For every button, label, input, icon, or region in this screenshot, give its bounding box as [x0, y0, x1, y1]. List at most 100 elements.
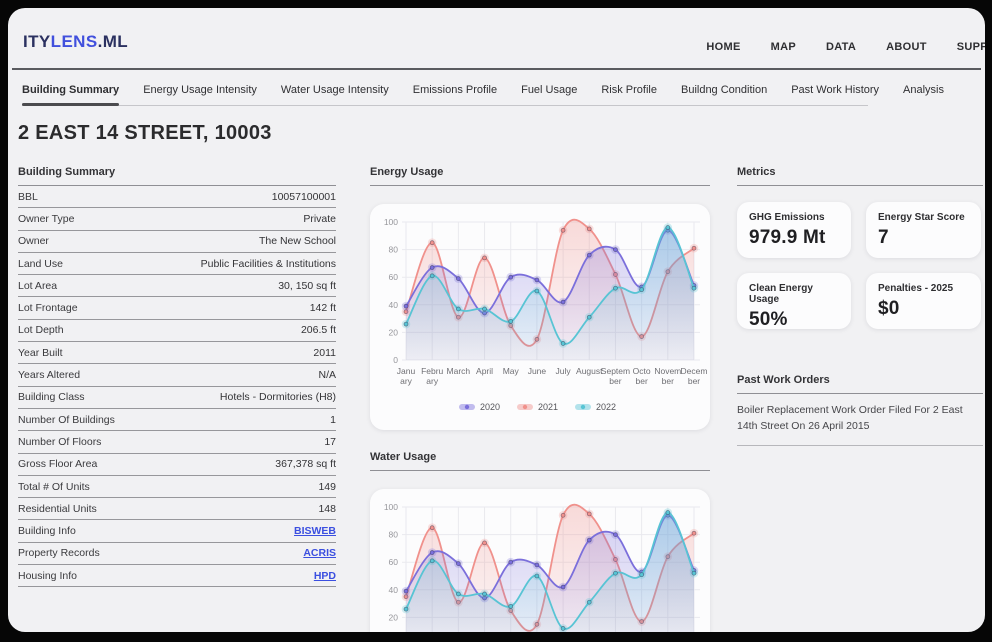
svg-text:March: March: [447, 366, 471, 376]
metric-value: $0: [878, 298, 900, 319]
svg-text:July: July: [556, 366, 572, 376]
row-label: Number Of Buildings: [18, 413, 115, 426]
metric-cards: GHG Emissions 979.9 Mt Energy Star Score 7 C…: [737, 202, 983, 330]
energy-usage-chart: 0 20 40 60 80 100 Janu ary Febru ary March April May…: [370, 204, 710, 430]
chart-svg: 020406080100JanuaryFebruaryMarchAprilMay…: [384, 502, 700, 632]
table-row: Year Built 2011: [18, 342, 336, 365]
row-value: 148: [318, 502, 336, 515]
water-usage-chart: 020406080100JanuaryFebruaryMarchAprilMay…: [370, 489, 710, 632]
table-row: Total # Of Units 149: [18, 476, 336, 499]
tab-risk-profile[interactable]: Risk Profile: [601, 84, 657, 96]
tab-analysis[interactable]: Analysis: [903, 84, 944, 96]
work-order-entry: Boiler Replacement Work Order Filed For …: [737, 394, 983, 446]
energy-usage-title: Energy Usage: [370, 166, 710, 186]
logo-text-suffix: .ML: [97, 32, 129, 51]
tab-water-usage-intensity[interactable]: Water Usage Intensity: [281, 84, 389, 96]
row-label: Lot Frontage: [18, 302, 78, 315]
table-row: Gross Floor Area 367,378 sq ft: [18, 454, 336, 476]
page-title: 2 EAST 14 STREET, 10003: [18, 122, 272, 144]
row-label: Housing Info: [18, 569, 77, 582]
row-value: 2011: [313, 346, 336, 359]
app-logo[interactable]: ITYLENS.ML: [23, 32, 128, 52]
metric-value: 7: [878, 227, 889, 248]
svg-text:October: Octo ber: [633, 366, 651, 386]
row-label: Lot Area: [18, 279, 58, 292]
tab-past-work-history[interactable]: Past Work History: [791, 84, 879, 96]
svg-text:100: 100: [384, 217, 398, 227]
tab-building-summary[interactable]: Building Summary: [22, 84, 120, 106]
svg-text:80: 80: [389, 245, 399, 255]
nav-item-about[interactable]: ABOUT: [886, 41, 927, 53]
row-value: 17: [324, 435, 336, 448]
svg-text:September: Septem ber: [601, 366, 630, 386]
row-value-link[interactable]: HPD: [314, 570, 336, 582]
row-value: Private: [303, 212, 336, 225]
svg-text:100: 100: [384, 502, 398, 512]
row-value: 10057100001: [271, 190, 336, 203]
tab-fuel-usage[interactable]: Fuel Usage: [521, 84, 577, 96]
svg-text:0: 0: [393, 355, 398, 365]
table-row: Lot Depth 206.5 ft: [18, 320, 336, 343]
metric-card-penalties-2025: Penalties - 2025 $0: [866, 273, 981, 329]
metric-value: 50%: [749, 309, 788, 330]
svg-text:2021: 2021: [538, 402, 558, 412]
svg-text:February: Febru ary: [421, 366, 443, 386]
svg-text:August: August: [576, 366, 603, 376]
legend-item-2021[interactable]: 2021: [517, 402, 558, 412]
row-value: N/A: [318, 369, 336, 382]
water-usage-title: Water Usage: [370, 451, 710, 471]
metrics-column: Metrics GHG Emissions 979.9 Mt Energy Star…: [737, 166, 983, 446]
row-value-link[interactable]: BISWEB: [294, 525, 336, 537]
table-row: Property Records ACRIS: [18, 543, 336, 566]
metric-card-clean-energy-usage: Clean Energy Usage 50%: [737, 273, 851, 330]
table-row: Lot Area 30, 150 sq ft: [18, 275, 336, 298]
tab-energy-usage-intensity[interactable]: Energy Usage Intensity: [143, 84, 257, 96]
legend-item-2022[interactable]: 2022: [575, 402, 616, 412]
row-label: Owner: [18, 235, 49, 248]
table-row: Number Of Buildings 1: [18, 409, 336, 432]
row-label: Years Altered: [18, 369, 81, 382]
charts-column: Energy Usage 0 20 40 60 80 100 Janu ary Febru ary…: [370, 166, 710, 632]
svg-text:60: 60: [389, 272, 399, 282]
table-row: BBL 10057100001: [18, 186, 336, 209]
table-row: Housing Info HPD: [18, 565, 336, 588]
past-work-orders-title: Past Work Orders: [737, 374, 983, 394]
table-row: Years Altered N/A: [18, 364, 336, 387]
svg-text:2020: 2020: [480, 402, 500, 412]
table-row: Owner Type Private: [18, 208, 336, 231]
tab-emissions-profile[interactable]: Emissions Profile: [413, 84, 497, 96]
metric-label: Energy Star Score: [878, 212, 965, 223]
table-row: Owner The New School: [18, 231, 336, 253]
header-divider: [12, 68, 981, 70]
nav-item-map[interactable]: MAP: [771, 41, 796, 53]
table-row: Building Class Hotels - Dormitories (H8): [18, 387, 336, 409]
row-label: BBL: [18, 190, 38, 203]
nav-item-support[interactable]: SUPPORT: [957, 41, 985, 53]
table-row: Number Of Floors 17: [18, 431, 336, 454]
row-label: Gross Floor Area: [18, 458, 98, 471]
row-value: 206.5 ft: [300, 324, 336, 337]
past-work-orders-list: Boiler Replacement Work Order Filed For …: [737, 394, 983, 446]
row-label: Total # Of Units: [18, 480, 90, 493]
row-label: Lot Depth: [18, 324, 64, 337]
row-value: 30, 150 sq ft: [278, 279, 336, 292]
row-label: Land Use: [18, 257, 63, 270]
top-nav: HOME MAP DATA ABOUT SUPPORT: [706, 41, 985, 53]
nav-item-home[interactable]: HOME: [706, 41, 740, 53]
row-label: Residential Units: [18, 502, 97, 515]
tab-buildng-condition[interactable]: Buildng Condition: [681, 84, 767, 96]
svg-text:November: Novem ber: [654, 366, 681, 386]
logo-text-mid: LENS: [50, 32, 98, 51]
row-value: Public Facilities & Institutions: [200, 257, 336, 270]
metric-label: Clean Energy Usage: [749, 283, 813, 305]
legend-item-2020[interactable]: 2020: [459, 402, 500, 412]
svg-text:May: May: [503, 366, 520, 376]
past-work-orders-section: Past Work Orders Boiler Replacement Work…: [737, 374, 983, 446]
row-value-link[interactable]: ACRIS: [303, 547, 336, 559]
table-row: Land Use Public Facilities & Institutions: [18, 253, 336, 276]
building-summary-title: Building Summary: [18, 166, 336, 186]
row-label: Property Records: [18, 547, 100, 560]
building-summary-panel: Building Summary BBL 10057100001 Owner Typ…: [18, 166, 336, 588]
svg-text:40: 40: [389, 300, 399, 310]
nav-item-data[interactable]: DATA: [826, 41, 856, 53]
